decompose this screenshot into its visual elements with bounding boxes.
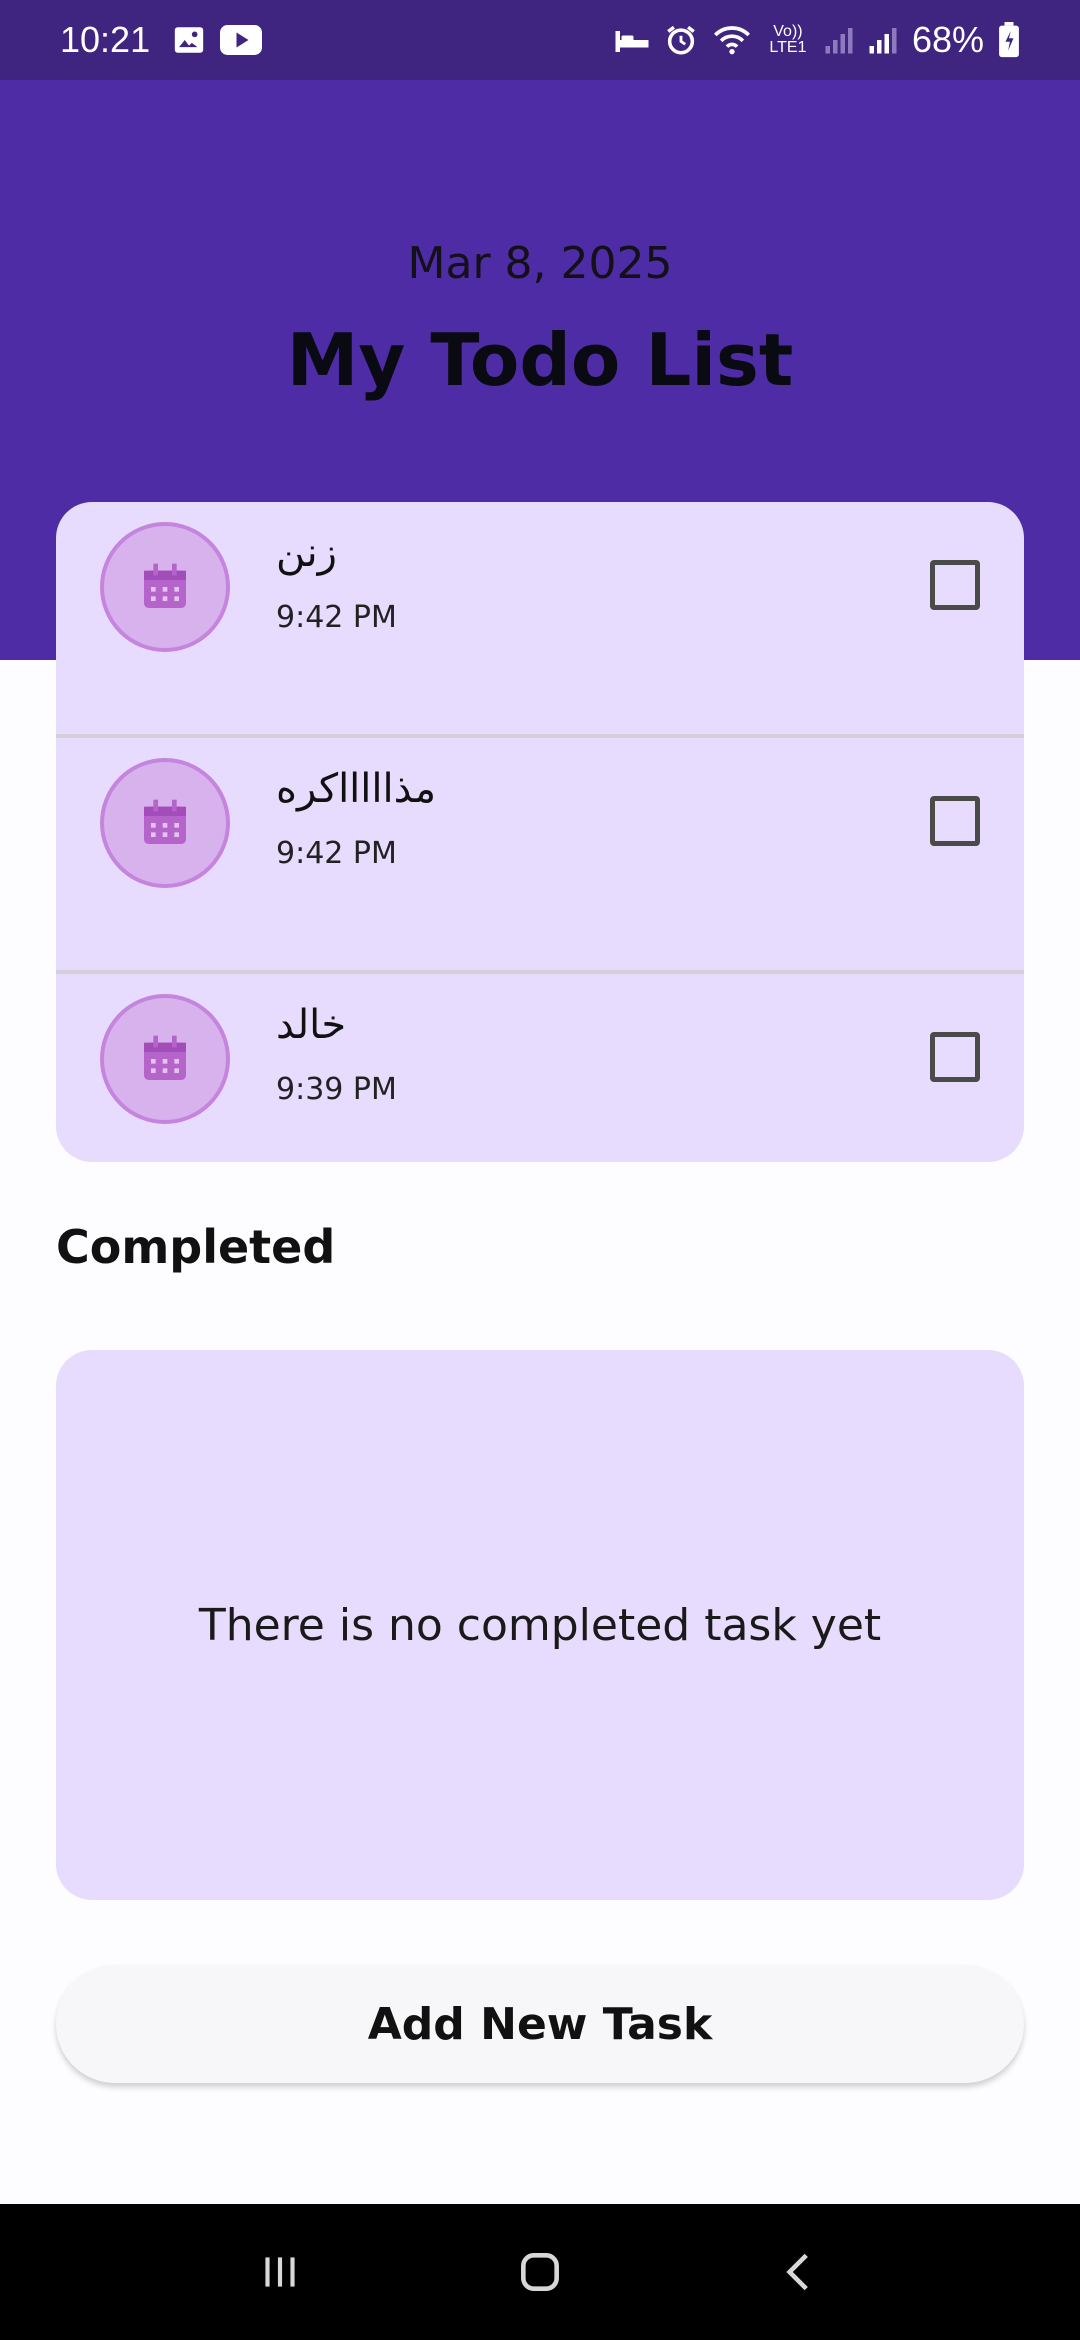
todo-item[interactable]: زنن 9:42 PM [56,502,1024,738]
todo-item[interactable]: خالد 9:39 PM [56,974,1024,1162]
todo-list: زنن 9:42 PM مذاااااكره 9:42 PM خالد 9:39… [56,502,1024,1162]
task-checkbox[interactable] [930,1032,980,1082]
task-name: خالد [276,1002,347,1048]
calendar-icon [100,758,230,888]
signal-icon [824,25,854,55]
signal-icon [868,25,898,55]
battery-percent: 68% [911,19,984,60]
youtube-icon [220,24,263,56]
task-name: زنن [276,530,337,576]
empty-state-text: There is no completed task yet [198,1599,882,1651]
completed-list: There is no completed task yet [56,1350,1024,1900]
task-time: 9:39 PM [276,1072,397,1107]
back-icon[interactable] [750,2222,850,2322]
task-time: 9:42 PM [276,836,397,871]
task-time: 9:42 PM [276,600,397,635]
calendar-icon [100,994,230,1124]
completed-heading: Completed [56,1220,336,1274]
system-nav-bar [0,2204,1080,2340]
page-title: My Todo List [286,318,794,402]
task-checkbox[interactable] [930,560,980,610]
status-time: 10:21 [60,19,151,60]
calendar-icon [100,522,230,652]
network-label: Vo)) LTE1 [769,23,807,56]
status-bar: 10:21 Vo)) LTE1 68% [0,0,1080,80]
wifi-icon [712,23,752,57]
todo-item[interactable]: مذاااااكره 9:42 PM [56,738,1024,974]
add-task-button[interactable]: Add New Task [56,1965,1024,2083]
recents-icon[interactable] [230,2222,330,2322]
home-icon[interactable] [490,2222,590,2322]
task-checkbox[interactable] [930,796,980,846]
date-label: Mar 8, 2025 [407,238,673,289]
battery-icon [998,22,1020,58]
sleep-icon [614,25,650,55]
alarm-icon [664,23,698,57]
task-name: مذاااااكره [276,766,437,812]
image-icon [172,23,206,57]
